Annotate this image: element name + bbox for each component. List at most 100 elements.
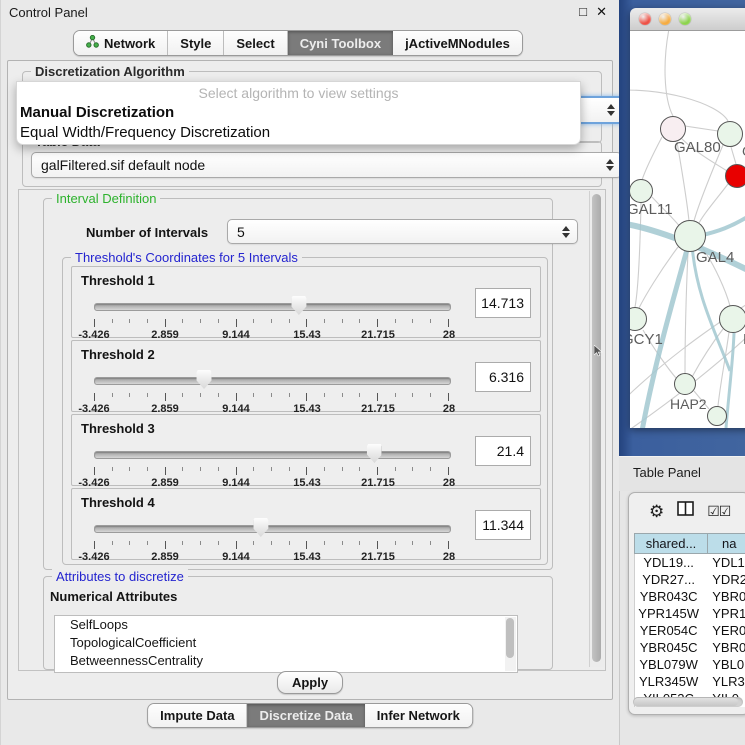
table-cell[interactable]: YDR2	[702, 571, 745, 588]
table-cell[interactable]: YDL19...	[635, 554, 702, 571]
column-header-name[interactable]: na	[707, 533, 745, 554]
table-cell[interactable]: YDL1	[702, 554, 745, 571]
number-of-intervals-select[interactable]: 5	[227, 219, 578, 244]
group-title: Interval Definition	[52, 191, 160, 206]
tick-mark	[430, 541, 431, 545]
attribute-item[interactable]: BetweennessCentrality	[55, 652, 517, 670]
tick-mark	[253, 541, 254, 545]
threshold-2-panel: Threshold 2 -3.4262.8599.14415.4321.7152…	[71, 340, 541, 412]
tab-cyni-toolbox[interactable]: Cyni Toolbox	[288, 31, 393, 55]
gear-icon[interactable]: ⚙	[649, 503, 664, 520]
checkbox-icons[interactable]: ☑☑	[707, 503, 730, 520]
network-node-GAL11[interactable]	[630, 179, 653, 203]
group-title: Attributes to discretize	[52, 569, 188, 584]
settings-scrollbar[interactable]	[589, 191, 604, 667]
slider-thumb[interactable]	[197, 370, 212, 389]
tab-jactivemnodules[interactable]: jActiveMNodules	[393, 31, 522, 55]
tick-mark	[129, 541, 130, 545]
tick-mark	[306, 393, 307, 401]
network-node-node-bottom-cut[interactable]	[707, 406, 727, 426]
numerical-attributes-list[interactable]: SelfLoopsTopologicalCoefficientBetweenne…	[54, 615, 518, 673]
table-row[interactable]: YER054CYER0	[635, 622, 745, 639]
node-label-GAL4: GAL4	[696, 249, 734, 266]
node-label-GAL80: GAL80	[674, 139, 721, 156]
tick-mark	[395, 541, 396, 545]
table-row[interactable]: YBR045CYBR0	[635, 639, 745, 656]
table-row[interactable]: YBL079WYBL0	[635, 656, 745, 673]
table-cell[interactable]: YPR1	[702, 605, 745, 622]
table-cell[interactable]: YER0	[702, 622, 745, 639]
zoom-traffic-light[interactable]	[679, 13, 691, 25]
threshold-1-slider[interactable]: -3.4262.8599.14415.4321.71528	[94, 295, 449, 335]
table-row[interactable]: YPR145WYPR1	[635, 605, 745, 622]
apply-button[interactable]: Apply	[277, 671, 343, 694]
threshold-value-field[interactable]: 21.4	[475, 436, 531, 466]
tab-label: Select	[236, 36, 274, 51]
table-data-select[interactable]: galFiltered.sif default node	[31, 152, 622, 178]
slider-rail[interactable]	[94, 377, 451, 385]
table-horizontal-scrollbar[interactable]	[633, 697, 743, 707]
table-row[interactable]: YBR043CYBR0	[635, 588, 745, 605]
tick-mark	[147, 393, 148, 397]
tick-mark	[218, 541, 219, 545]
table-cell[interactable]: YBR0	[702, 588, 745, 605]
scrollbar-thumb[interactable]	[592, 194, 601, 662]
scrollbar-thumb[interactable]	[634, 698, 738, 706]
network-canvas[interactable]: GAL80GACGAL11GAL4GCY1HHAP2	[630, 31, 745, 428]
attribute-item[interactable]: TopologicalCoefficient	[55, 634, 517, 652]
threshold-3-panel: Threshold 3 -3.4262.8599.14415.4321.7152…	[71, 414, 541, 486]
network-node-node-right-mid[interactable]	[719, 305, 745, 333]
table-cell[interactable]: YBR045C	[635, 639, 702, 656]
table-row[interactable]: YLR345WYLR3	[635, 673, 745, 690]
threshold-4-slider[interactable]: -3.4262.8599.14415.4321.71528	[94, 517, 449, 557]
slider-rail[interactable]	[94, 525, 451, 533]
table-cell[interactable]: YLR3	[702, 673, 745, 690]
table-cell[interactable]: YBR0	[702, 639, 745, 656]
tab-style[interactable]: Style	[168, 31, 224, 55]
table-cell[interactable]: YBR043C	[635, 588, 702, 605]
tab-impute-data[interactable]: Impute Data	[148, 704, 247, 727]
table-row[interactable]: YDR27...YDR2	[635, 571, 745, 588]
tab-infer-network[interactable]: Infer Network	[365, 704, 472, 727]
threshold-value-field[interactable]: 14.713	[475, 288, 531, 318]
slider-thumb[interactable]	[253, 518, 268, 537]
threshold-value-field[interactable]: 11.344	[475, 510, 531, 540]
close-traffic-light[interactable]	[639, 13, 651, 25]
split-columns-icon[interactable]	[677, 501, 694, 521]
network-node-HAP2[interactable]	[674, 373, 696, 395]
table-panel-window: ⚙ ☑☑ shared... na YDL19...YDL1YDR27...YD…	[628, 492, 745, 715]
network-node-node-red[interactable]	[725, 164, 745, 188]
attribute-item[interactable]: SelfLoops	[55, 616, 517, 634]
tab-network[interactable]: Network	[74, 31, 168, 55]
network-view-window[interactable]: GAL80GACGAL11GAL4GCY1HHAP2	[630, 8, 745, 428]
table-cell[interactable]: YDR27...	[635, 571, 702, 588]
table-cell[interactable]: YLR345W	[635, 673, 702, 690]
dropdown-option-equal-width-frequency[interactable]: Equal Width/Frequency Discretization	[17, 123, 580, 143]
network-node-node-top-right[interactable]	[717, 121, 743, 147]
scrollbar-thumb[interactable]	[506, 618, 514, 658]
screen: Control Panel □ ✕ Network Style Select C…	[0, 0, 745, 745]
table-cell[interactable]: YBL079W	[635, 656, 702, 673]
slider-thumb[interactable]	[291, 296, 306, 315]
attributes-list-scrollbar[interactable]	[505, 617, 516, 671]
table-cell[interactable]: YER054C	[635, 622, 702, 639]
tick-mark	[218, 467, 219, 471]
column-header-shared-name[interactable]: shared...	[634, 533, 707, 554]
close-panel-icon[interactable]: ✕	[596, 4, 607, 20]
slider-rail[interactable]	[94, 303, 451, 311]
table-cell[interactable]: YPR145W	[635, 605, 702, 622]
slider-rail[interactable]	[94, 451, 451, 459]
float-window-icon[interactable]: □	[579, 4, 587, 20]
network-node-GAL4[interactable]	[674, 220, 706, 252]
slider-thumb[interactable]	[367, 444, 382, 463]
table-row[interactable]: YDL19...YDL1	[635, 554, 745, 571]
dropdown-option-manual-discretization[interactable]: Manual Discretization	[17, 103, 580, 123]
threshold-3-slider[interactable]: -3.4262.8599.14415.4321.71528	[94, 443, 449, 483]
tab-discretize-data[interactable]: Discretize Data	[248, 704, 365, 727]
threshold-2-slider[interactable]: -3.4262.8599.14415.4321.71528	[94, 369, 449, 409]
table-cell[interactable]: YBL0	[702, 656, 745, 673]
minimize-traffic-light[interactable]	[659, 13, 671, 25]
tab-select[interactable]: Select	[224, 31, 287, 55]
tick-mark	[200, 319, 201, 323]
threshold-value-field[interactable]: 6.316	[475, 362, 531, 392]
